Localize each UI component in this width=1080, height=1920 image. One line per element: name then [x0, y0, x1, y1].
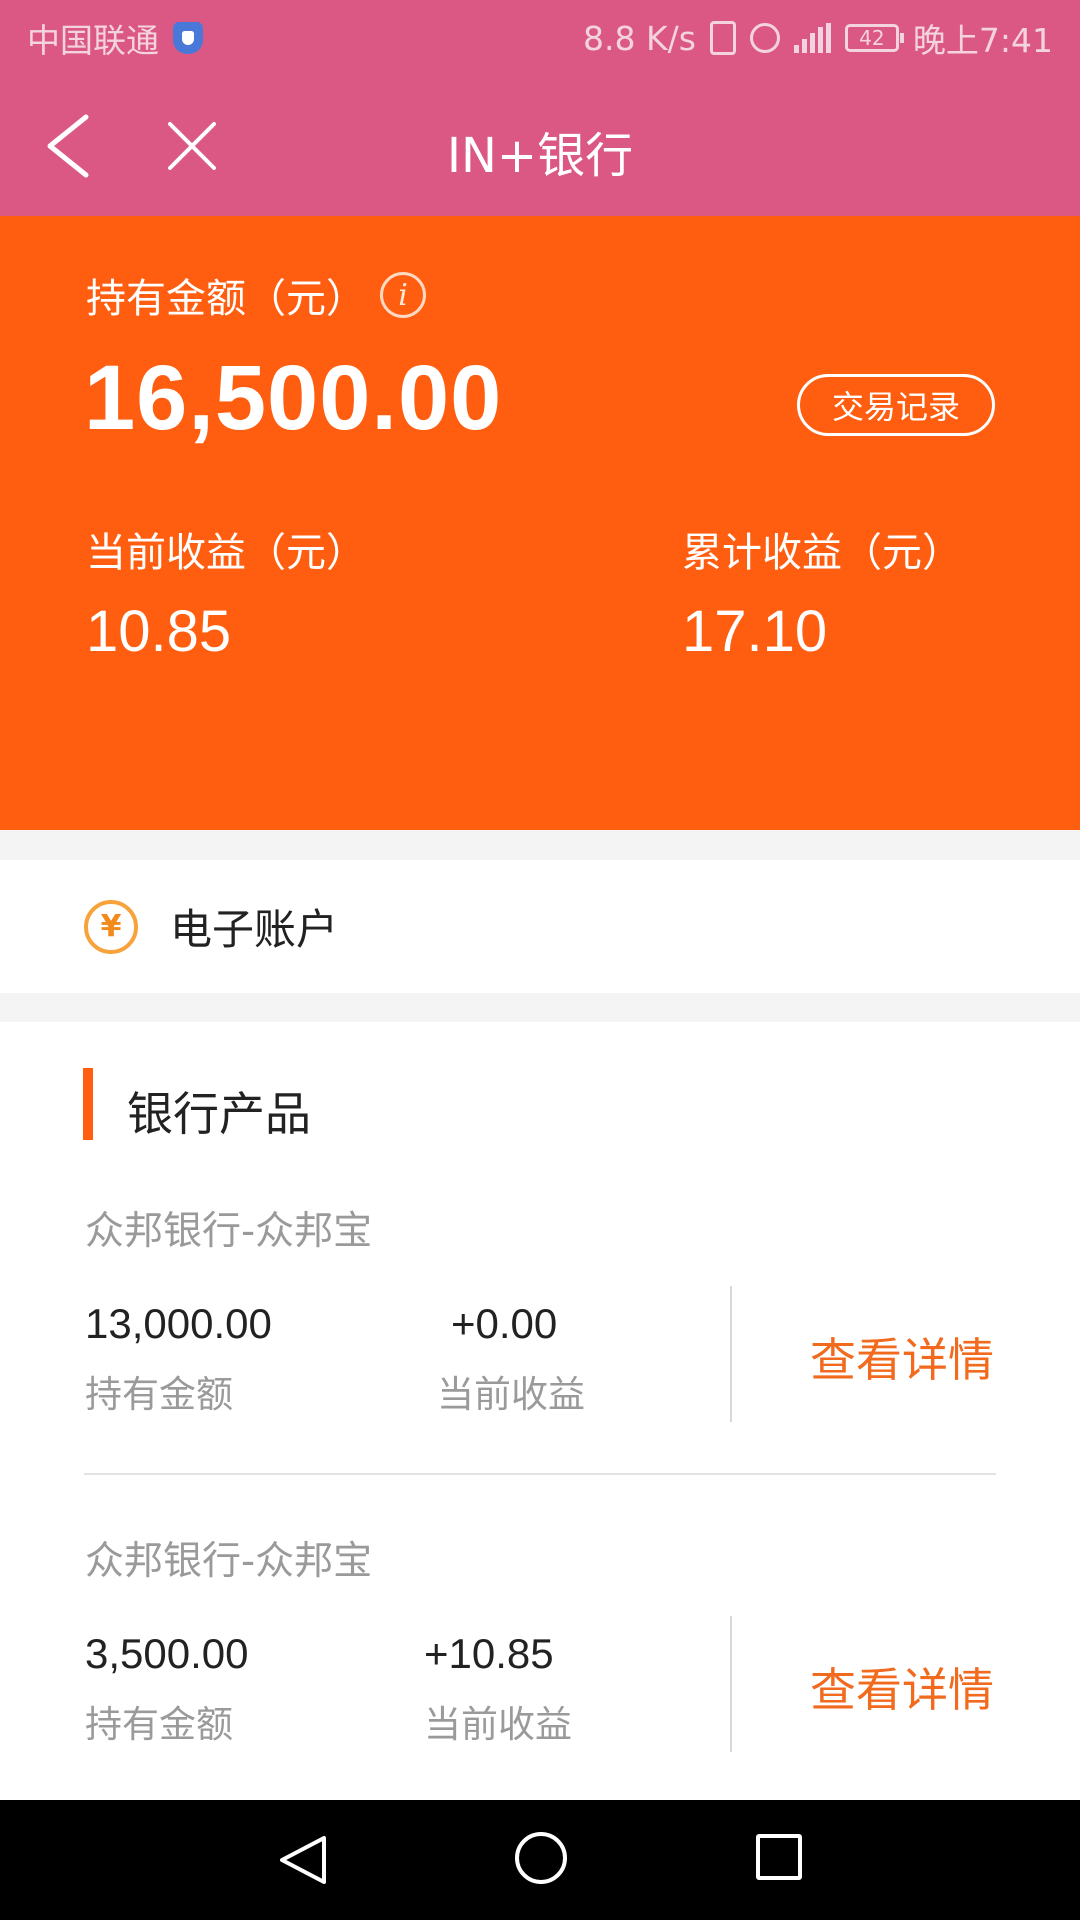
product-item: 众邦银行-众邦宝 13,000.00 持有金额 +0.00 当前收益 查看详情	[0, 1200, 1080, 1520]
holdings-summary: 持有金额（元） i 16,500.00 交易记录 当前收益（元） 10.85 累…	[0, 216, 1080, 830]
net-speed: 8.8 K/s	[582, 18, 696, 58]
total-income-label: 累计收益（元）	[682, 530, 962, 576]
hold-amount: 16,500.00	[84, 347, 503, 449]
carrier-name: 中国联通	[27, 21, 159, 60]
status-left: 中国联通	[27, 14, 203, 62]
battery-icon: 42	[844, 24, 904, 52]
hold-amount-label: 持有金额（元）	[86, 276, 366, 322]
view-details-button[interactable]: 查看详情	[810, 1654, 994, 1720]
product-income: +0.00	[451, 1300, 558, 1347]
total-income-value: 17.10	[682, 599, 828, 664]
row-divider	[84, 1473, 996, 1475]
product-amount-label: 持有金额	[85, 1373, 233, 1416]
hold-amount-label-row: 持有金额（元） i	[86, 266, 426, 324]
nav-recent-icon[interactable]	[756, 1834, 802, 1880]
product-amount: 13,000.00	[85, 1300, 272, 1347]
product-amount-label: 持有金额	[85, 1703, 233, 1746]
section-title: 银行产品	[127, 1087, 311, 1141]
product-name: 众邦银行-众邦宝	[85, 1539, 373, 1584]
status-time: 晚上7:41	[912, 21, 1053, 60]
status-right: 8.8 K/s 42 晚上7:41	[583, 14, 1053, 62]
page-title: IN+银行	[446, 128, 634, 184]
product-income-label: 当前收益	[424, 1703, 572, 1746]
view-details-button[interactable]: 查看详情	[810, 1324, 994, 1390]
product-income: +10.85	[424, 1630, 554, 1677]
product-amount: 3,500.00	[85, 1630, 249, 1677]
e-account-row[interactable]: ¥ 电子账户	[0, 860, 1080, 993]
nav-back-icon[interactable]	[274, 1832, 330, 1888]
e-account-label: 电子账户	[170, 905, 339, 954]
bank-products-section: 银行产品 众邦银行-众邦宝 13,000.00 持有金额 +0.00 当前收益 …	[0, 1022, 1080, 1800]
section-accent-bar	[83, 1068, 93, 1140]
system-nav-bar	[0, 1800, 1080, 1920]
signal-icon	[793, 23, 831, 53]
alarm-icon	[749, 23, 780, 53]
product-income-label: 当前收益	[437, 1373, 585, 1416]
transaction-records-button[interactable]: 交易记录	[797, 374, 995, 436]
info-icon[interactable]: i	[380, 272, 426, 318]
column-divider	[730, 1616, 732, 1752]
current-income-value: 10.85	[86, 599, 232, 664]
column-divider	[730, 1286, 732, 1422]
current-income-label: 当前收益（元）	[86, 530, 366, 576]
yen-coin-icon: ¥	[84, 899, 138, 954]
status-bar: 中国联通 8.8 K/s 42 晚上7:41	[0, 0, 1080, 76]
app-header: IN+银行	[0, 76, 1080, 216]
page: 中国联通 8.8 K/s 42 晚上7:41 IN+银行 持有金额（元） i 1…	[0, 0, 1080, 1920]
nav-home-icon[interactable]	[515, 1832, 567, 1884]
vibrate-icon	[709, 21, 736, 55]
product-name: 众邦银行-众邦宝	[85, 1209, 373, 1254]
shield-icon	[173, 22, 203, 54]
